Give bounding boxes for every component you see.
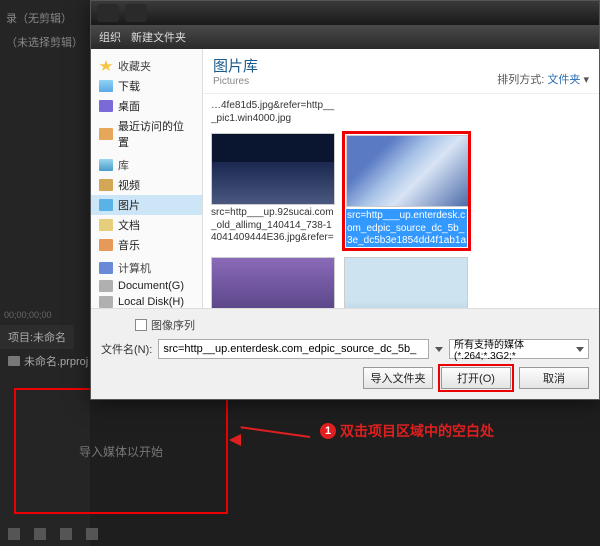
sidebar-recent[interactable]: 最近访问的位置 — [91, 116, 202, 152]
project-tab[interactable]: 项目:未命名 — [0, 325, 74, 349]
annotation-arrow — [232, 426, 310, 446]
file-item-selected[interactable]: src=http___up.enterdesk.com_edpic_source… — [344, 133, 469, 249]
thumbnail-image — [346, 135, 470, 207]
image-sequence-label: 图像序列 — [151, 317, 195, 333]
newfolder-button[interactable]: 新建文件夹 — [131, 29, 186, 45]
project-file-label: 未命名.prproj — [24, 353, 88, 369]
file-name: src=http___up.enterdesk.com_edpic_source… — [346, 209, 467, 247]
sidebar-music[interactable]: 音乐 — [91, 235, 202, 255]
editor-panel-text: （未选择剪辑） — [6, 30, 84, 54]
footer-icon[interactable] — [60, 528, 72, 540]
chevron-down-icon — [576, 347, 584, 352]
annotation-1: 1 双击项目区域中的空白处 — [320, 421, 494, 441]
sidebar-desktop[interactable]: 桌面 — [91, 96, 202, 116]
library-subtitle: Pictures — [213, 76, 258, 87]
file-item[interactable]: …4fe81d5.jpg&refer=http___pic1.win4000.j… — [211, 100, 336, 125]
desktop-icon — [99, 100, 113, 112]
editor-panel-text: 录（无剪辑） — [6, 6, 84, 30]
footer-icon[interactable] — [86, 528, 98, 540]
sidebar-drive[interactable]: Local Disk(H) — [91, 294, 202, 308]
dialog-titlebar — [91, 1, 599, 25]
nav-back-button[interactable] — [97, 4, 119, 22]
drive-icon — [99, 280, 113, 292]
footer-icon[interactable] — [34, 528, 46, 540]
file-name: src=http___up.92sucai.com_old_allimg_140… — [211, 207, 336, 245]
file-open-dialog: 组织 新建文件夹 收藏夹 下载 桌面 最近访问的位置 库 视频 图片 文档 音乐… — [90, 0, 600, 400]
sidebar-drive[interactable]: Document(G) — [91, 278, 202, 294]
thumbnail-image — [211, 257, 335, 308]
organize-menu[interactable]: 组织 — [99, 29, 121, 45]
cancel-button[interactable]: 取消 — [519, 367, 589, 389]
drive-icon — [99, 296, 113, 308]
import-folder-button[interactable]: 导入文件夹 — [363, 367, 433, 389]
download-icon — [99, 80, 113, 92]
nav-fwd-button[interactable] — [125, 4, 147, 22]
import-dropzone[interactable]: 导入媒体以开始 — [14, 388, 228, 514]
thumbnail-grid: …4fe81d5.jpg&refer=http___pic1.win4000.j… — [203, 94, 599, 308]
dropzone-label: 导入媒体以开始 — [79, 443, 163, 460]
picture-icon — [99, 199, 113, 211]
sidebar-videos[interactable]: 视频 — [91, 175, 202, 195]
document-icon — [99, 219, 113, 231]
sidebar-pictures[interactable]: 图片 — [91, 195, 202, 215]
filename-input[interactable]: src=http__up.enterdesk.com_edpic_source_… — [158, 339, 429, 359]
file-name: …4fe81d5.jpg&refer=http___pic1.win4000.j… — [211, 100, 336, 125]
sidebar-libraries[interactable]: 库 — [91, 155, 202, 175]
thumbnail-image — [211, 133, 335, 205]
file-item[interactable]: src=http___up.92sucai.com_old_allimg_140… — [211, 133, 336, 249]
footer-icon[interactable] — [8, 528, 20, 540]
computer-icon — [99, 262, 113, 274]
sidebar-favorites[interactable]: 收藏夹 — [91, 56, 202, 76]
music-icon — [99, 239, 113, 251]
library-title: 图片库 — [213, 55, 258, 76]
thumbnail-image — [344, 257, 468, 308]
folder-icon — [8, 356, 20, 366]
image-sequence-checkbox[interactable] — [135, 319, 147, 331]
annotation-badge: 1 — [320, 423, 336, 439]
star-icon — [99, 60, 113, 72]
filetype-filter[interactable]: 所有支持的媒体 (*.264;*.3G2;* — [449, 339, 589, 359]
project-file-row[interactable]: 未命名.prproj — [0, 349, 100, 373]
filename-label: 文件名(N): — [101, 341, 152, 357]
timecode: 00;00;00;00 — [4, 310, 52, 320]
nav-sidebar: 收藏夹 下载 桌面 最近访问的位置 库 视频 图片 文档 音乐 计算机 Docu… — [91, 49, 203, 308]
recent-icon — [99, 128, 113, 140]
sidebar-documents[interactable]: 文档 — [91, 215, 202, 235]
file-item[interactable]: src=http___uploadfile.biz… — [211, 257, 336, 308]
chevron-down-icon[interactable] — [435, 347, 443, 352]
sidebar-computer[interactable]: 计算机 — [91, 258, 202, 278]
dialog-toolbar: 组织 新建文件夹 — [91, 25, 599, 49]
file-item[interactable]: http___wx1.sinaimg.c… — [344, 257, 469, 308]
open-button[interactable]: 打开(O) — [441, 367, 511, 389]
library-icon — [99, 159, 113, 171]
sort-control[interactable]: 排列方式: 文件夹 ▾ — [497, 71, 589, 87]
panel-footer-icons — [8, 528, 98, 540]
sidebar-downloads[interactable]: 下载 — [91, 76, 202, 96]
video-icon — [99, 179, 113, 191]
